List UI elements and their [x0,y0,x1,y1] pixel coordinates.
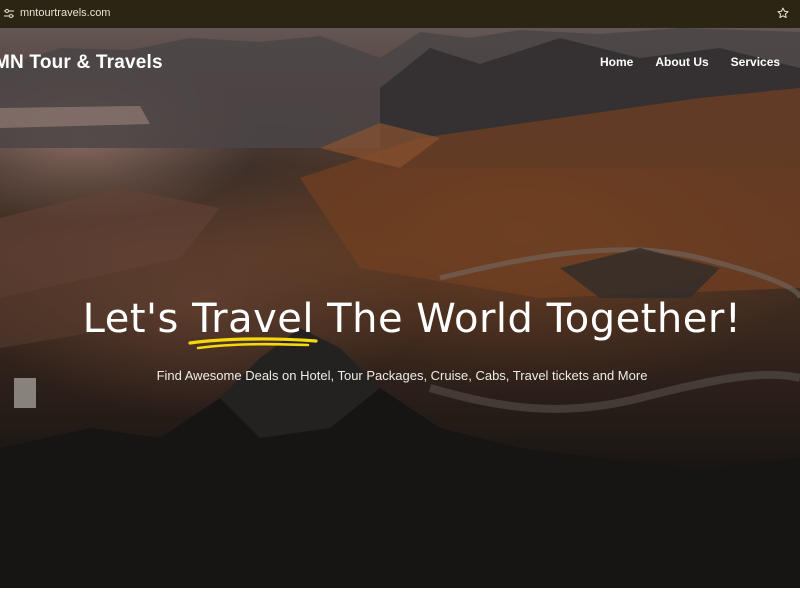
browser-window: mntourtravels.com MN Tour & Travels Home… [0,0,800,600]
headline-before: Let's [82,296,193,342]
main-nav: Home About Us Services C [600,55,800,69]
nav-about-us[interactable]: About Us [655,55,708,69]
hero-subtitle: Find Awesome Deals on Hotel, Tour Packag… [156,368,648,383]
nav-home[interactable]: Home [600,55,633,69]
nav-services[interactable]: Services [731,55,780,69]
page-viewport: MN Tour & Travels Home About Us Services… [0,28,800,588]
url-text[interactable]: mntourtravels.com [20,7,110,19]
highlight-underline-icon [188,337,318,350]
hero-headline: Let's Travel The World Together! [2,296,800,350]
headline-after: The World Together! [313,296,742,342]
star-icon[interactable] [776,6,790,20]
page-bottom-edge [0,588,800,600]
address-bar[interactable]: mntourtravels.com [0,0,800,28]
headline-highlight-word: Travel [188,296,318,350]
site-logo[interactable]: MN Tour & Travels [0,52,163,74]
tune-icon[interactable] [4,8,14,19]
